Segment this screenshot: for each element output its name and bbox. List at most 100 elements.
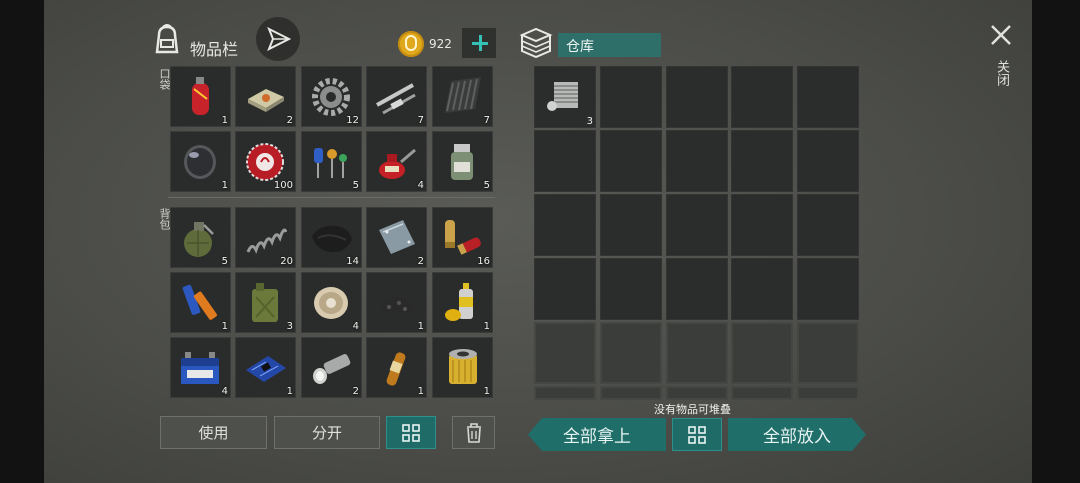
warehouse-slot[interactable]	[534, 130, 596, 192]
pocket-slot[interactable]: 100	[235, 131, 296, 192]
backpack-slot[interactable]: 2	[366, 207, 427, 268]
car-battery-icon	[179, 346, 222, 389]
backpack-slot[interactable]: 4	[301, 272, 362, 333]
pocket-slot[interactable]: 2	[235, 66, 296, 127]
item-count: 3	[286, 321, 293, 332]
send-button[interactable]	[256, 17, 300, 61]
pocket-slot[interactable]: 1	[170, 131, 231, 192]
warehouse-title-bar: 仓库	[558, 33, 661, 57]
grid-icon	[402, 423, 420, 442]
warehouse-slot[interactable]	[666, 130, 728, 192]
warehouse-slot[interactable]	[731, 386, 793, 400]
item-count: 20	[280, 256, 293, 267]
warehouse-sort-button[interactable]	[672, 418, 722, 451]
coin-count: 922	[429, 37, 452, 51]
ampoule-icon	[375, 346, 418, 389]
item-count: 2	[286, 115, 293, 126]
item-count: 1	[417, 321, 424, 332]
warehouse-slot[interactable]	[731, 130, 793, 192]
item-count: 1	[221, 321, 228, 332]
warehouse-slot[interactable]	[797, 66, 859, 128]
leather-icon	[310, 216, 353, 259]
warehouse-slot[interactable]	[600, 386, 662, 400]
sort-grid-button[interactable]	[386, 416, 436, 449]
warehouse-status: 没有物品可堆叠	[654, 403, 731, 416]
backpack-slot[interactable]: 2	[301, 337, 362, 398]
warehouse-slot[interactable]	[731, 66, 793, 128]
use-button[interactable]: 使用	[160, 416, 267, 449]
pocket-slot[interactable]: 7	[366, 66, 427, 127]
ammo-shells-icon	[441, 216, 484, 259]
backpack-slot[interactable]: 20	[235, 207, 296, 268]
backpack-slot[interactable]: 3	[235, 272, 296, 333]
warehouse-slot[interactable]	[731, 322, 793, 384]
backpack-slot[interactable]: 1	[366, 272, 427, 333]
backpack-slot[interactable]: 4	[170, 337, 231, 398]
warehouse-slot[interactable]: 3	[534, 66, 596, 128]
warehouse-slot[interactable]	[534, 386, 596, 400]
put-all-button[interactable]: 全部放入	[728, 418, 866, 451]
item-count: 1	[221, 115, 228, 126]
warehouse-slot[interactable]	[534, 322, 596, 384]
pocket-slot[interactable]: 1	[170, 66, 231, 127]
warehouse-slot[interactable]	[666, 322, 728, 384]
item-count: 1	[221, 180, 228, 191]
pocket-slot[interactable]: 5	[432, 131, 493, 192]
soap-bar-icon	[244, 75, 287, 118]
pocket-slot[interactable]: 7	[432, 66, 493, 127]
warehouse-slot[interactable]	[797, 130, 859, 192]
trash-icon	[466, 422, 481, 443]
send-icon	[267, 26, 292, 52]
warehouse-slot[interactable]	[600, 130, 662, 192]
warehouse-slot[interactable]	[666, 258, 728, 320]
backpack-slot[interactable]: 16	[432, 207, 493, 268]
item-count: 5	[352, 180, 359, 191]
close-button[interactable]: 关闭	[984, 20, 1020, 100]
item-count: 16	[477, 256, 490, 267]
spray-can-icon	[441, 281, 484, 324]
warehouse-slot[interactable]	[534, 194, 596, 256]
delete-button[interactable]	[452, 416, 495, 449]
warehouse-slot[interactable]	[600, 322, 662, 384]
pocket-slot[interactable]: 5	[301, 131, 362, 192]
item-count: 4	[221, 386, 228, 397]
oil-can-icon	[375, 140, 418, 183]
metal-plate-icon	[375, 216, 418, 259]
backpack-slot[interactable]: 1	[170, 272, 231, 333]
item-count: 2	[352, 386, 359, 397]
backpack-slot[interactable]: 1	[366, 337, 427, 398]
warehouse-slot[interactable]	[600, 258, 662, 320]
take-all-label: 全部拿上	[563, 427, 631, 447]
backpack-slot[interactable]: 1	[235, 337, 296, 398]
warehouse-slot[interactable]	[600, 66, 662, 128]
warehouse-slot[interactable]	[534, 258, 596, 320]
warehouse-icon	[518, 27, 554, 59]
item-count: 2	[417, 256, 424, 267]
item-count: 5	[221, 256, 228, 267]
pocket-slot[interactable]: 12	[301, 66, 362, 127]
flashlight-icon	[310, 346, 353, 389]
add-coins-button[interactable]	[462, 28, 496, 58]
warehouse-slot[interactable]	[666, 194, 728, 256]
warehouse-slot[interactable]	[731, 194, 793, 256]
warehouse-slot[interactable]	[797, 258, 859, 320]
split-button[interactable]: 分开	[274, 416, 380, 449]
take-all-button[interactable]: 全部拿上	[528, 418, 666, 451]
backpack-slot[interactable]: 1	[432, 337, 493, 398]
backpack-slot[interactable]: 14	[301, 207, 362, 268]
warehouse-slot[interactable]	[797, 386, 859, 400]
batteries-icon	[179, 281, 222, 324]
warehouse-slot[interactable]	[666, 386, 728, 400]
warehouse-slot[interactable]	[731, 258, 793, 320]
warehouse-slot[interactable]	[600, 194, 662, 256]
item-count: 4	[417, 180, 424, 191]
inventory-title: 物品栏	[190, 40, 239, 59]
warehouse-slot[interactable]	[797, 194, 859, 256]
wire-spool-icon	[310, 281, 353, 324]
warehouse-slot[interactable]	[666, 66, 728, 128]
grenade-icon	[179, 216, 222, 259]
backpack-slot[interactable]: 1	[432, 272, 493, 333]
backpack-slot[interactable]: 5	[170, 207, 231, 268]
warehouse-slot[interactable]	[797, 322, 859, 384]
pocket-slot[interactable]: 4	[366, 131, 427, 192]
